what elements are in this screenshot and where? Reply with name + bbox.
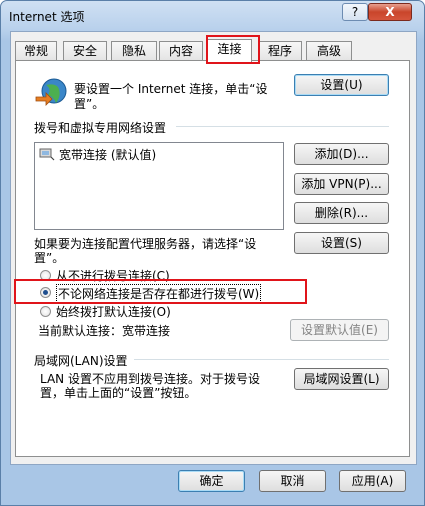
title-bar[interactable]: Internet 选项 ? X [1, 1, 424, 29]
proxy-text-line1: 如果要为连接配置代理服务器，请选择“设 [34, 237, 257, 251]
broadband-connection-icon [39, 148, 55, 161]
tab-advanced[interactable]: 高级 [306, 41, 352, 61]
tab-privacy[interactable]: 隐私 [111, 41, 157, 61]
radio-always-dial-label[interactable]: 始终拨打默认连接(O) [56, 303, 171, 320]
add-vpn-button[interactable]: 添加 VPN(P)... [294, 173, 389, 195]
globe-network-icon [35, 78, 67, 106]
delete-connection-button[interactable]: 删除(R)... [294, 202, 389, 224]
connection-label: 宽带连接 (默认值) [59, 148, 157, 162]
proxy-settings-button[interactable]: 设置(S) [294, 232, 389, 254]
cancel-button[interactable]: 取消 [259, 470, 326, 492]
setup-text-line2: 置”。 [74, 97, 105, 111]
help-button[interactable]: ? [342, 3, 368, 21]
lan-settings-button[interactable]: 局域网设置(L) [294, 368, 389, 390]
close-button[interactable]: X [368, 3, 412, 21]
dialup-heading: 拨号和虚拟专用网络设置 [34, 121, 167, 135]
option-highlight-box [14, 279, 307, 304]
apply-button[interactable]: 应用(A) [339, 470, 406, 492]
lan-separator [134, 359, 389, 360]
dialup-separator [176, 126, 389, 127]
ok-button[interactable]: 确定 [178, 470, 245, 492]
tab-security[interactable]: 安全 [63, 41, 107, 61]
tab-content[interactable]: 内容 [159, 41, 203, 61]
tab-programs[interactable]: 程序 [258, 41, 302, 61]
setup-button[interactable]: 设置(U) [294, 74, 389, 96]
proxy-text-line2: 置”。 [34, 251, 65, 265]
window-title: Internet 选项 [9, 10, 85, 24]
connection-list[interactable]: 宽带连接 (默认值) [34, 142, 284, 230]
lan-text-line2: 置，单击上面的“设置”按钮。 [40, 386, 197, 400]
internet-options-window: Internet 选项 ? X 常规 安全 隐私 内容 连接 程序 高级 要设置… [0, 0, 425, 506]
add-connection-button[interactable]: 添加(D)... [294, 143, 389, 165]
current-default-text: 当前默认连接：宽带连接 [38, 324, 171, 338]
tab-general[interactable]: 常规 [15, 41, 57, 61]
lan-heading: 局域网(LAN)设置 [34, 354, 128, 368]
set-default-button[interactable]: 设置默认值(E) [290, 319, 389, 341]
tab-highlight-box [206, 35, 260, 64]
radio-always-dial[interactable] [40, 306, 51, 317]
